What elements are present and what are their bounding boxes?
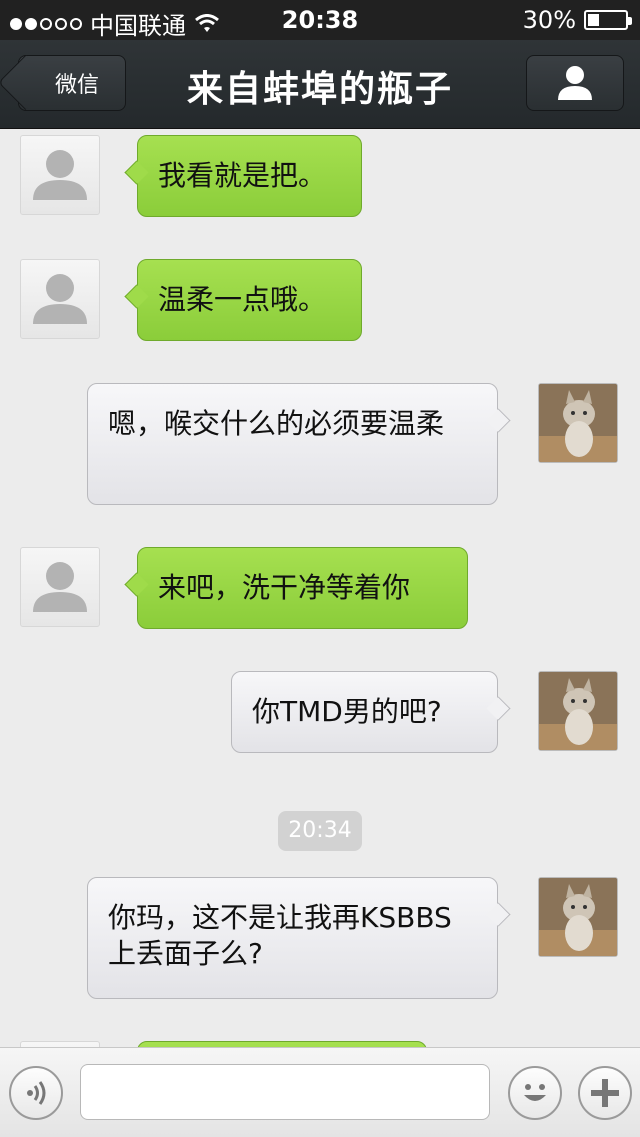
message-text: 温柔一点哦。 xyxy=(158,283,327,316)
person-icon xyxy=(558,66,592,100)
message-text: 我看就是把。 xyxy=(158,159,327,192)
back-button[interactable]: 微信 xyxy=(18,55,126,111)
contact-avatar[interactable] xyxy=(20,135,100,215)
contact-avatar[interactable] xyxy=(20,547,100,627)
message-text: 来吧，洗干净等着你 xyxy=(158,571,411,604)
voice-icon xyxy=(27,1081,46,1105)
message-text: 嗯，喉交什么的必须要温柔 xyxy=(108,407,445,440)
incoming-message-bubble[interactable]: 温柔一点哦。 xyxy=(137,259,362,341)
contact-avatar[interactable] xyxy=(20,259,100,339)
default-avatar-icon xyxy=(33,274,87,324)
navigation-bar: 微信 来自蚌埠的瓶子 xyxy=(0,40,640,129)
message-text: 你TMD男的吧? xyxy=(252,695,442,728)
user-avatar[interactable] xyxy=(538,383,618,463)
battery-icon xyxy=(584,10,632,30)
profile-button[interactable] xyxy=(526,55,624,111)
status-right: 30% xyxy=(522,6,632,34)
message-input[interactable] xyxy=(80,1064,490,1120)
cat-photo-icon xyxy=(539,672,617,750)
user-avatar[interactable] xyxy=(538,671,618,751)
message-timestamp: 20:34 xyxy=(278,811,362,851)
outgoing-message-bubble[interactable]: 嗯，喉交什么的必须要温柔 xyxy=(87,383,498,505)
status-bar: 中国联通 20:38 30% xyxy=(0,0,640,40)
voice-button[interactable] xyxy=(9,1066,63,1120)
page-title: 来自蚌埠的瓶子 xyxy=(186,69,453,110)
add-button[interactable] xyxy=(578,1066,632,1120)
plus-icon xyxy=(591,1079,619,1107)
incoming-message-bubble[interactable]: 我看就是把。 xyxy=(137,135,362,217)
emoji-button[interactable] xyxy=(508,1066,562,1120)
outgoing-message-bubble[interactable]: 你玛，这不是让我再KSBBS上丢面子么? xyxy=(87,877,498,999)
battery-fill xyxy=(588,14,599,26)
chat-area[interactable]: 我看就是把。 温柔一点哦。 嗯，喉交什么的必须要温柔 来吧，洗干净等着你 你TM… xyxy=(0,129,640,1047)
message-text: 你玛，这不是让我再KSBBS上丢面子么? xyxy=(108,901,452,970)
default-avatar-icon xyxy=(33,562,87,612)
cat-photo-icon xyxy=(539,384,617,462)
smiley-icon xyxy=(524,1084,546,1101)
cat-photo-icon xyxy=(539,878,617,956)
back-button-label: 微信 xyxy=(54,73,99,98)
outgoing-message-bubble[interactable]: 你TMD男的吧? xyxy=(231,671,498,753)
battery-percent: 30% xyxy=(522,6,576,34)
default-avatar-icon xyxy=(33,150,87,200)
incoming-message-bubble[interactable]: 来吧，洗干净等着你 xyxy=(137,547,468,629)
input-toolbar xyxy=(0,1047,640,1137)
user-avatar[interactable] xyxy=(538,877,618,957)
